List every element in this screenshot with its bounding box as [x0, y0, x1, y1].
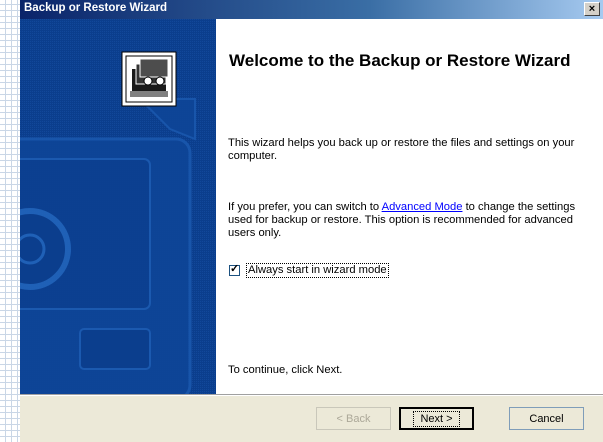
tape-silhouette: [20, 98, 196, 394]
side-panel-artwork: [20, 19, 216, 394]
wizard-mode-label[interactable]: Always start in wizard mode: [246, 262, 389, 278]
wizard-window: Backup or Restore Wizard × Welcome to th…: [20, 0, 603, 442]
advanced-mode-link[interactable]: Advanced Mode: [382, 201, 463, 213]
advanced-mode-text-before: If you prefer, you can switch to: [228, 201, 382, 213]
intro-text: This wizard helps you back up or restore…: [228, 137, 575, 162]
cancel-button-label: Cancel: [529, 412, 564, 425]
close-button[interactable]: ×: [584, 2, 600, 16]
continue-instruction: To continue, click Next.: [228, 364, 343, 376]
title-bar[interactable]: Backup or Restore Wizard ×: [20, 0, 603, 19]
cancel-button[interactable]: Cancel: [509, 407, 584, 430]
checkmark-icon: ✓: [230, 262, 240, 275]
next-button-label: Next >: [413, 410, 460, 427]
backup-media-icon: [121, 51, 177, 107]
wizard-content: Welcome to the Backup or Restore Wizard …: [216, 19, 603, 394]
window-title: Backup or Restore Wizard: [24, 2, 168, 14]
wizard-mode-checkbox[interactable]: ✓: [229, 262, 240, 276]
advanced-mode-text: If you prefer, you can switch to Advance…: [228, 201, 588, 240]
back-button[interactable]: < Back: [316, 407, 391, 430]
wizard-side-panel: [20, 19, 216, 394]
back-button-label: < Back: [336, 412, 371, 425]
next-button[interactable]: Next >: [399, 407, 474, 430]
wizard-mode-option[interactable]: ✓ Always start in wizard mode: [229, 262, 389, 278]
page-title: Welcome to the Backup or Restore Wizard: [229, 51, 571, 70]
close-icon: ×: [588, 3, 596, 15]
